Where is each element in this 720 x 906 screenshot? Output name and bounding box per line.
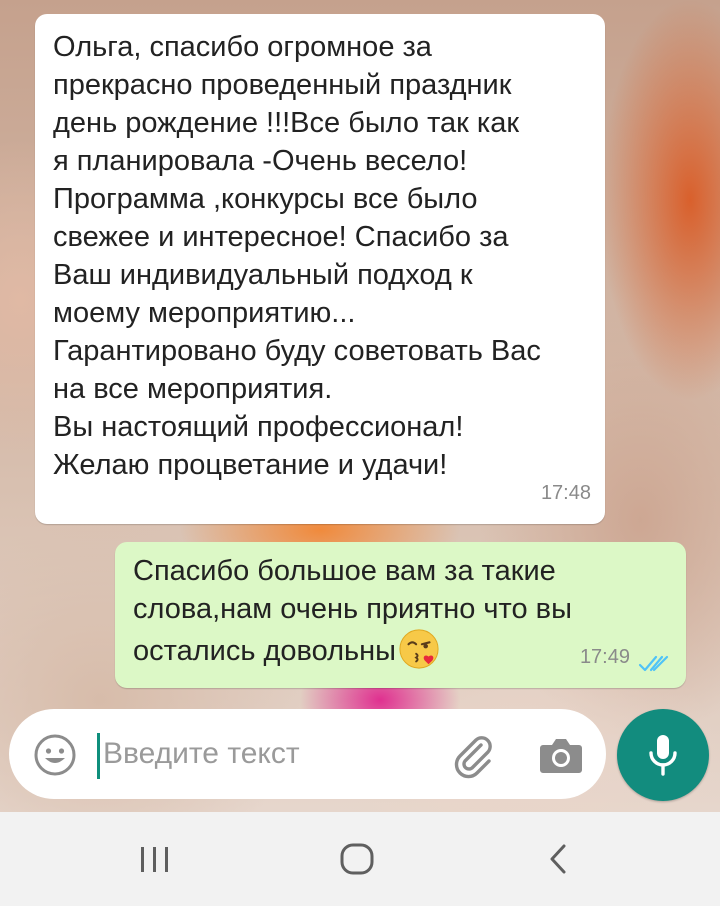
outgoing-message-text: Спасибо большое вам за такие слова,нам о… [133,555,572,667]
camera-icon[interactable] [539,735,583,775]
incoming-message-bubble[interactable]: Ольга, спасибо огромное за прекрасно про… [35,14,605,524]
recent-apps-icon[interactable] [137,842,173,876]
microphone-button[interactable] [617,709,709,801]
kissing-face-wink-emoji [399,629,439,669]
text-cursor [97,733,100,779]
incoming-message-text: Ольга, спасибо огромное за прекрасно про… [53,31,541,481]
outgoing-message-body: Спасибо большое вам за такие слова,нам о… [133,552,633,670]
message-composer[interactable]: Введите текст [9,709,606,799]
home-icon[interactable] [338,842,378,876]
outgoing-message-time: 17:49 [579,646,630,668]
microphone-icon [649,735,677,776]
read-receipt-icon [638,655,669,672]
incoming-message-time: 17:48 [540,482,591,504]
back-icon[interactable] [544,842,574,876]
paperclip-icon[interactable] [449,731,497,779]
system-navigation-bar [0,812,720,906]
outgoing-message-bubble[interactable]: Спасибо большое вам за такие слова,нам о… [115,542,686,688]
message-input[interactable]: Введите текст [103,737,300,771]
smiley-icon[interactable] [33,733,77,777]
